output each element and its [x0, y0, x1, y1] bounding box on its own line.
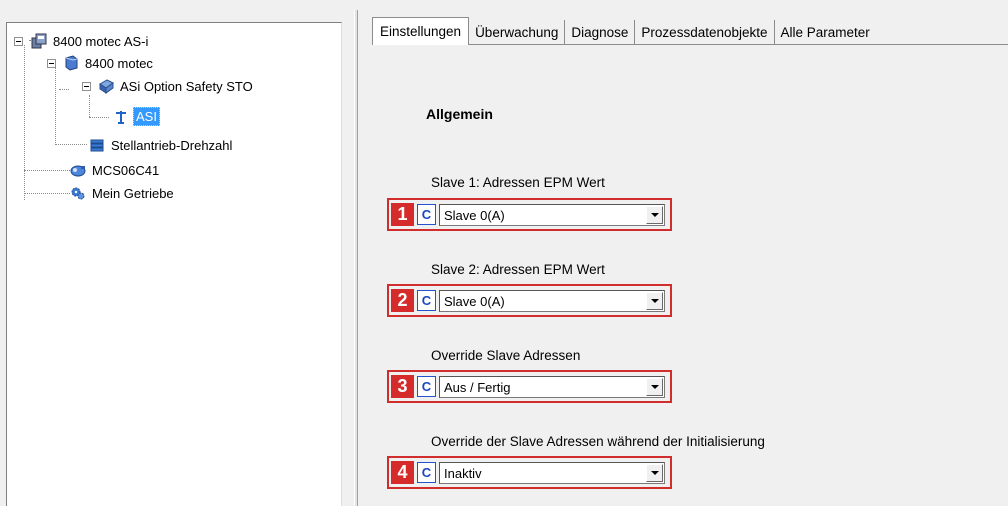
- tree-node-stellantrieb-drehzahl[interactable]: Stellantrieb-Drehzahl: [89, 135, 234, 155]
- tree-node-label: MCS06C41: [92, 162, 160, 178]
- tree-node-label: 8400 motec: [85, 55, 153, 71]
- callout-number: 3: [391, 375, 414, 398]
- param-row-3: 3 C Aus / Fertig: [387, 370, 672, 403]
- tree-node-mcs06c41[interactable]: MCS06C41: [70, 160, 161, 180]
- application-icon: [89, 137, 105, 153]
- section-heading: Allgemein: [426, 106, 493, 122]
- callout-number: 4: [391, 461, 414, 484]
- override-init-select[interactable]: Inaktiv: [439, 462, 665, 484]
- device-group-icon: [31, 33, 47, 49]
- tree-node-label: ASI: [133, 106, 160, 126]
- select-value: Aus / Fertig: [444, 380, 511, 395]
- param-row-2: 2 C Slave 0(A): [387, 284, 672, 317]
- tree-node-mein-getriebe[interactable]: Mein Getriebe: [70, 183, 176, 203]
- select-value: Slave 0(A): [444, 208, 505, 223]
- motor-icon: [70, 162, 86, 178]
- tree-node-8400-motec-asi[interactable]: 8400 motec AS-i: [14, 31, 150, 51]
- slave2-address-select[interactable]: Slave 0(A): [439, 290, 665, 312]
- param-label: Override Slave Adressen: [431, 348, 581, 363]
- config-badge: C: [417, 376, 436, 397]
- select-value: Inaktiv: [444, 466, 482, 481]
- safety-module-icon: [98, 78, 114, 94]
- collapse-toggle-icon[interactable]: [14, 36, 23, 46]
- tree-node-label: Stellantrieb-Drehzahl: [111, 137, 233, 153]
- config-badge: C: [417, 204, 436, 225]
- param-row-4: 4 C Inaktiv: [387, 456, 672, 489]
- chevron-down-icon[interactable]: [646, 464, 663, 482]
- tree-node-label: Mein Getriebe: [92, 185, 174, 201]
- antenna-icon: [113, 108, 129, 124]
- panel-splitter[interactable]: [354, 10, 358, 506]
- tab-ueberwachung[interactable]: Überwachung: [469, 20, 566, 44]
- param-label: Slave 2: Adressen EPM Wert: [431, 262, 605, 277]
- slave1-address-select[interactable]: Slave 0(A): [439, 204, 665, 226]
- tree-node-asi[interactable]: ASI: [113, 106, 160, 126]
- tree-node-label: 8400 motec AS-i: [53, 33, 149, 49]
- collapse-toggle-icon[interactable]: [82, 81, 91, 91]
- tree-node-asi-option-safety[interactable]: ASi Option Safety STO: [82, 76, 255, 96]
- tab-diagnose[interactable]: Diagnose: [565, 20, 636, 44]
- param-label: Override der Slave Adressen während der …: [431, 434, 765, 449]
- callout-number: 1: [391, 203, 414, 226]
- select-value: Slave 0(A): [444, 294, 505, 309]
- chevron-down-icon[interactable]: [646, 292, 663, 310]
- config-badge: C: [417, 290, 436, 311]
- inverter-icon: [63, 55, 79, 71]
- callout-number: 2: [391, 289, 414, 312]
- tab-prozessdatenobjekte[interactable]: Prozessdatenobjekte: [635, 20, 775, 44]
- param-row-1: 1 C Slave 0(A): [387, 198, 672, 231]
- tree-node-8400-motec[interactable]: 8400 motec: [47, 53, 155, 73]
- tab-bar: Einstellungen Überwachung Diagnose Proze…: [372, 17, 876, 45]
- gearbox-icon: [70, 185, 86, 201]
- tab-alle-parameter[interactable]: Alle Parameter: [774, 20, 876, 44]
- override-slave-address-select[interactable]: Aus / Fertig: [439, 376, 665, 398]
- project-tree[interactable]: 8400 motec AS-i 8400 motec ASi Option Sa…: [6, 22, 342, 506]
- tree-node-label: ASi Option Safety STO: [120, 78, 253, 94]
- chevron-down-icon[interactable]: [646, 378, 663, 396]
- config-badge: C: [417, 462, 436, 483]
- param-label: Slave 1: Adressen EPM Wert: [431, 175, 605, 190]
- tab-einstellungen[interactable]: Einstellungen: [372, 17, 470, 45]
- collapse-toggle-icon[interactable]: [47, 58, 56, 68]
- chevron-down-icon[interactable]: [646, 206, 663, 224]
